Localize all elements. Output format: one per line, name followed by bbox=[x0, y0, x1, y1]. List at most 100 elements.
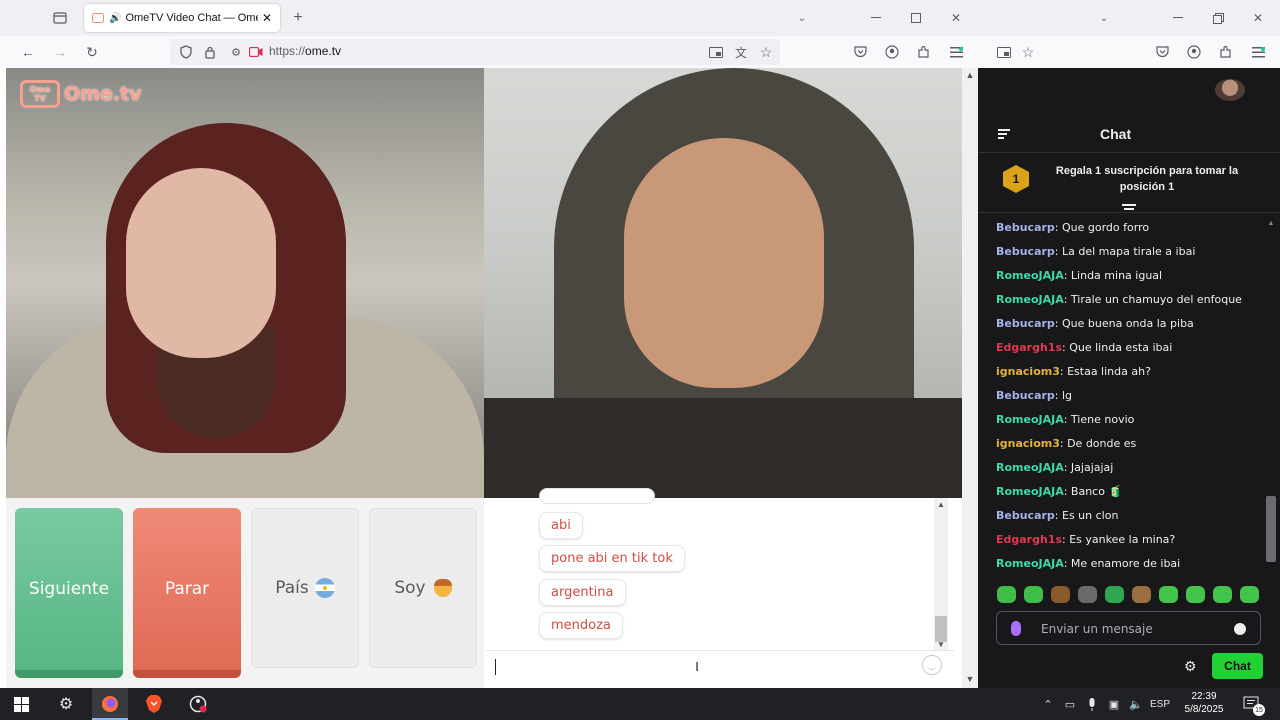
app-menu-icon-2[interactable] bbox=[1248, 42, 1268, 62]
minimize-icon-2[interactable] bbox=[1168, 8, 1188, 28]
taskbar-clock[interactable]: 22:39 5/8/2025 bbox=[1178, 690, 1230, 716]
chat-username[interactable]: Bebucarp bbox=[996, 317, 1055, 330]
restore-icon-2[interactable] bbox=[1208, 8, 1228, 28]
app-menu-icon[interactable] bbox=[946, 42, 966, 62]
gender-button[interactable]: Soy bbox=[369, 508, 477, 668]
gift-leaderboard-text[interactable]: Regala 1 suscripción para tomar la posic… bbox=[1040, 163, 1254, 195]
ometv-logo[interactable]: Ome TV Ome.tv bbox=[20, 80, 142, 108]
page-scroll-down-icon[interactable]: ▼ bbox=[962, 672, 978, 686]
own-video-feed bbox=[6, 68, 484, 498]
emote-icon[interactable] bbox=[1105, 586, 1124, 603]
reload-icon[interactable]: ↻ bbox=[82, 42, 102, 62]
chat-scrollbar[interactable]: ▲ ▼ bbox=[934, 498, 948, 650]
back-icon[interactable]: ← bbox=[18, 42, 38, 62]
bookmark-star-icon[interactable]: ☆ bbox=[756, 42, 776, 62]
chat-send-button[interactable]: Chat bbox=[1212, 653, 1263, 679]
permissions-icon[interactable]: ⚙ bbox=[226, 42, 246, 62]
emote-picker-icon[interactable] bbox=[1234, 623, 1246, 635]
obs-recording-icon[interactable] bbox=[186, 688, 210, 720]
chat-username[interactable]: RomeoJAJA bbox=[996, 293, 1064, 306]
chat-username[interactable]: Bebucarp bbox=[996, 245, 1055, 258]
chat-username[interactable]: Edgargh1s bbox=[996, 533, 1062, 546]
tracking-shield-icon[interactable] bbox=[176, 42, 196, 62]
microphone-icon[interactable] bbox=[1011, 621, 1021, 636]
chat-username[interactable]: RomeoJAJA bbox=[996, 485, 1064, 498]
emoji-picker-icon[interactable] bbox=[922, 655, 942, 675]
chat-username[interactable]: Bebucarp bbox=[996, 221, 1055, 234]
page-scrollbar[interactable]: ▲ ▼ bbox=[962, 68, 978, 688]
close-tab-icon[interactable]: ✕ bbox=[262, 11, 272, 25]
scroll-down-icon[interactable]: ▼ bbox=[934, 638, 948, 650]
chat-username[interactable]: Edgargh1s bbox=[996, 341, 1062, 354]
chat-scroll-up-icon[interactable]: ▲ bbox=[1266, 218, 1276, 228]
chat-username[interactable]: Bebucarp bbox=[996, 389, 1055, 402]
tab-ometv[interactable]: 🔊 OmeTV Video Chat — Ome ✕ bbox=[84, 4, 280, 32]
emote-icon[interactable] bbox=[1078, 586, 1097, 603]
bookmark-star-icon-2[interactable]: ☆ bbox=[1018, 42, 1038, 62]
new-tab-icon[interactable]: + bbox=[288, 8, 308, 28]
tab-overview-icon[interactable] bbox=[50, 8, 70, 28]
chat-username[interactable]: ignaciom3 bbox=[996, 437, 1060, 450]
device-icon[interactable]: ▭ bbox=[1062, 688, 1078, 720]
speaker-icon[interactable]: 🔊 bbox=[109, 13, 121, 24]
list-tabs-icon[interactable]: ⌄ bbox=[792, 8, 812, 28]
account-icon[interactable] bbox=[882, 42, 902, 62]
url-host: ome.tv bbox=[305, 44, 342, 58]
chat-separator: : bbox=[1063, 413, 1071, 426]
chat-username[interactable]: ignaciom3 bbox=[996, 365, 1060, 378]
network-icon[interactable]: ▣ bbox=[1106, 688, 1122, 720]
emote-icon[interactable] bbox=[1186, 586, 1205, 603]
extensions-icon[interactable] bbox=[914, 42, 934, 62]
camera-sharing-icon[interactable] bbox=[246, 42, 266, 62]
pocket-icon-2[interactable] bbox=[1152, 42, 1172, 62]
stop-button[interactable]: Parar bbox=[133, 508, 241, 678]
pocket-icon[interactable] bbox=[850, 42, 870, 62]
input-language[interactable]: ESP bbox=[1148, 688, 1172, 720]
chat-line: RomeoJAJA: Jajajajaj bbox=[996, 459, 1256, 483]
lock-icon[interactable] bbox=[200, 42, 220, 62]
emote-icon[interactable] bbox=[1213, 586, 1232, 603]
extensions-icon-2[interactable] bbox=[1216, 42, 1236, 62]
partner-video-feed bbox=[484, 68, 962, 498]
windows-start-icon[interactable] bbox=[10, 688, 32, 720]
show-hidden-icons-icon[interactable]: ⌃ bbox=[1040, 688, 1056, 720]
emote-icon[interactable] bbox=[1024, 586, 1043, 603]
minimize-icon[interactable] bbox=[866, 8, 886, 28]
emote-icon[interactable] bbox=[1240, 586, 1259, 603]
emote-icon[interactable] bbox=[1132, 586, 1151, 603]
list-tabs-icon-2[interactable]: ⌄ bbox=[1094, 8, 1114, 28]
volume-icon[interactable]: 🔈 bbox=[1128, 688, 1144, 720]
message-input[interactable] bbox=[486, 650, 954, 680]
picture-in-picture-icon[interactable] bbox=[706, 42, 726, 62]
chat-settings-gear-icon[interactable]: ⚙ bbox=[1184, 658, 1197, 675]
chat-text: Que gordo forro bbox=[1062, 221, 1150, 234]
chat-username[interactable]: RomeoJAJA bbox=[996, 557, 1064, 570]
settings-gear-icon[interactable]: ⚙ bbox=[54, 688, 78, 720]
chat-username[interactable]: RomeoJAJA bbox=[996, 269, 1064, 282]
url-text[interactable]: https://ome.tv bbox=[269, 44, 341, 58]
close-window-icon[interactable]: ✕ bbox=[946, 8, 966, 28]
chat-username[interactable]: Bebucarp bbox=[996, 509, 1055, 522]
emote-icon[interactable] bbox=[1051, 586, 1070, 603]
next-button[interactable]: Siguiente bbox=[15, 508, 123, 678]
microphone-tray-icon[interactable] bbox=[1084, 688, 1100, 720]
translate-icon[interactable]: 文 bbox=[731, 42, 751, 62]
chat-username[interactable]: RomeoJAJA bbox=[996, 413, 1064, 426]
chat-username[interactable]: RomeoJAJA bbox=[996, 461, 1064, 474]
forward-icon[interactable]: → bbox=[50, 42, 70, 62]
picture-in-picture-icon-2[interactable] bbox=[994, 42, 1014, 62]
page-scroll-up-icon[interactable]: ▲ bbox=[962, 68, 978, 82]
send-message-input[interactable]: Enviar un mensaje bbox=[996, 611, 1261, 645]
emote-icon[interactable] bbox=[997, 586, 1016, 603]
chat-list-scrollbar[interactable] bbox=[1266, 496, 1276, 562]
firefox-icon[interactable] bbox=[98, 688, 122, 720]
account-icon-2[interactable] bbox=[1184, 42, 1204, 62]
collapse-chat-icon[interactable] bbox=[998, 129, 1010, 139]
maximize-icon[interactable] bbox=[906, 8, 926, 28]
country-button[interactable]: País bbox=[251, 508, 359, 668]
emote-icon[interactable] bbox=[1159, 586, 1178, 603]
brave-icon[interactable] bbox=[142, 688, 166, 720]
close-window-icon-2[interactable]: ✕ bbox=[1248, 8, 1268, 28]
user-avatar[interactable] bbox=[1215, 79, 1245, 101]
scroll-up-icon[interactable]: ▲ bbox=[934, 498, 948, 510]
